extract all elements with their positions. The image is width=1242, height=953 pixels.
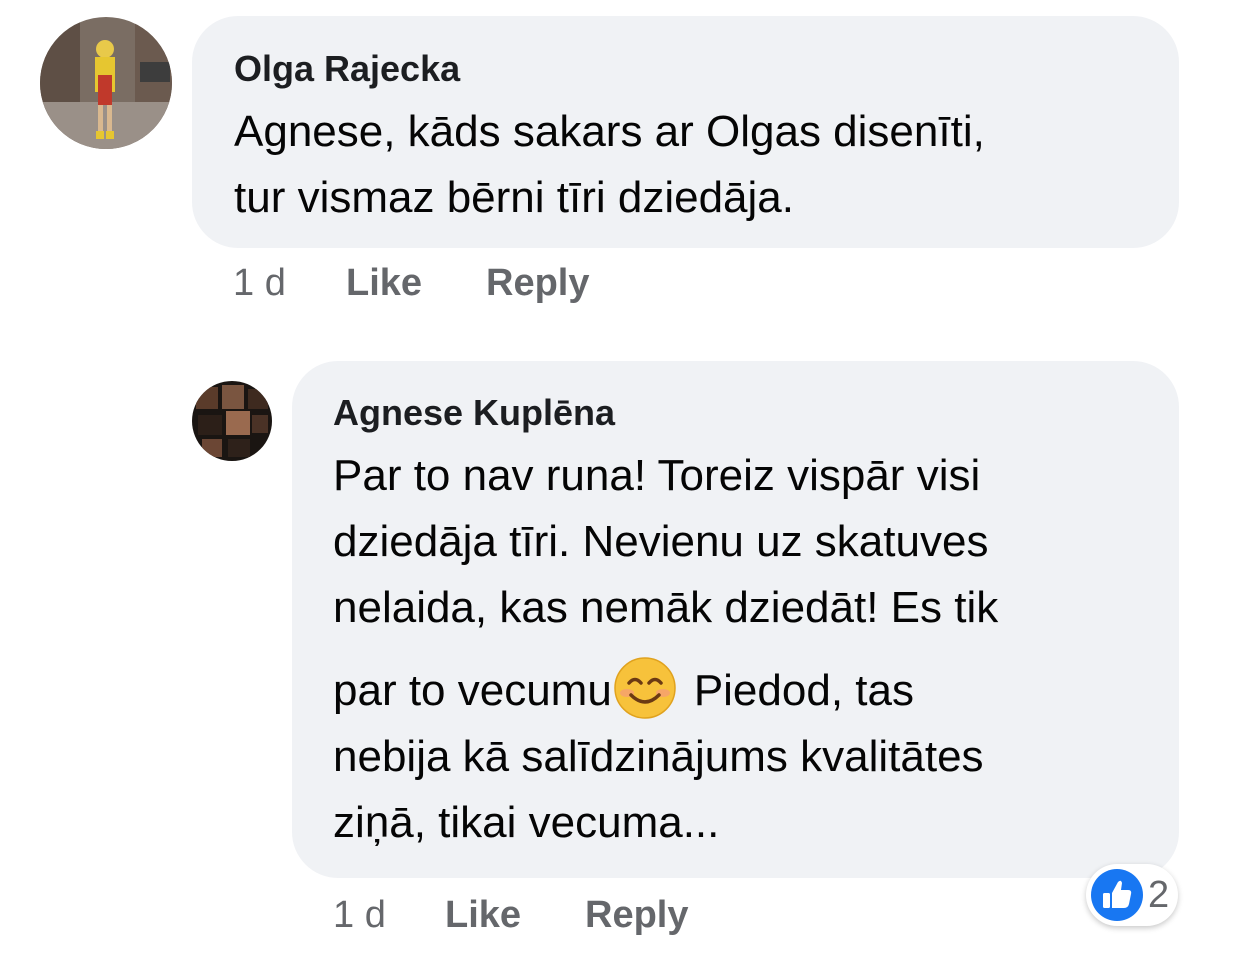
comment-text-line: nelaida, kas nemāk dziedāt! Es tik <box>333 583 999 632</box>
like-button[interactable]: Like <box>445 894 521 937</box>
comment-text-line: par to vecumu Piedod, tas <box>333 657 998 724</box>
reply-button[interactable]: Reply <box>486 262 589 305</box>
comment-author[interactable]: Agnese Kuplēna <box>333 392 615 434</box>
comment-actions: 1 d Like Reply <box>0 894 800 940</box>
comment-timestamp[interactable]: 1 d <box>333 894 386 937</box>
smiling-face-icon <box>614 657 676 719</box>
comment-text-fragment: Piedod, tas <box>693 666 914 715</box>
comment-text-line: Par to nav runa! Toreiz vispār visi <box>333 451 981 500</box>
comment-text-line: tur vismaz bērni tīri dziedāja. <box>234 173 794 222</box>
comment-text-line: ziņā, tikai vecuma... <box>333 798 720 847</box>
comment-actions: 1 d Like Reply <box>0 262 700 308</box>
comment-text-line: nebija kā salīdzinājums kvalitātes <box>333 732 984 781</box>
reply-button[interactable]: Reply <box>585 894 688 937</box>
comment-text-line: Agnese, kāds sakars ar Olgas disenīti, <box>234 107 985 156</box>
avatar[interactable] <box>40 17 172 149</box>
reaction-count: 2 <box>1148 874 1170 916</box>
comment-text-fragment: par to vecumu <box>333 666 612 715</box>
reaction-summary[interactable]: 2 <box>1086 864 1178 926</box>
comment-timestamp[interactable]: 1 d <box>233 262 286 305</box>
comment-text: Par to nav runa! Toreiz vispār visi dzie… <box>333 443 998 856</box>
thumbs-up-icon <box>1090 868 1144 922</box>
comment-author[interactable]: Olga Rajecka <box>234 48 460 90</box>
avatar[interactable] <box>192 381 272 461</box>
like-button[interactable]: Like <box>346 262 422 305</box>
comment-text-line: dziedāja tīri. Nevienu uz skatuves <box>333 517 989 566</box>
comment-text: Agnese, kāds sakars ar Olgas disenīti, t… <box>234 99 985 231</box>
